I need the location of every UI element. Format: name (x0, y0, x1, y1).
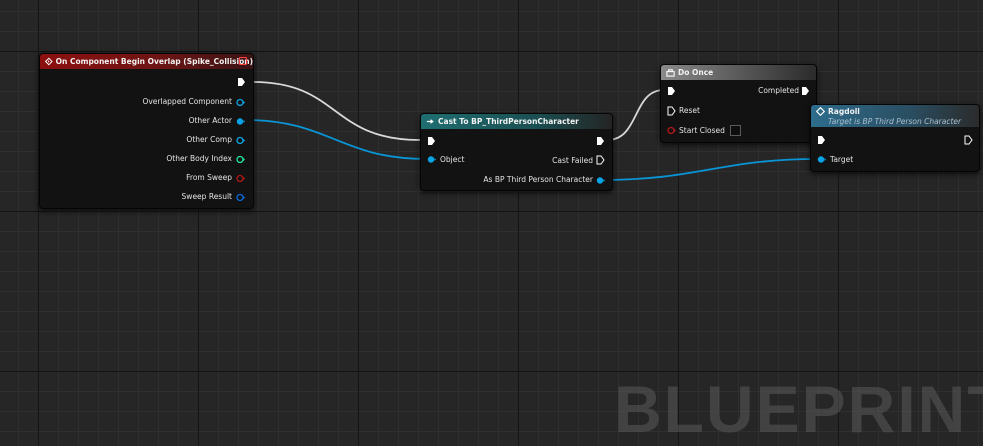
pin-label-as-bp-third-person-character: As BP Third Person Character (483, 175, 593, 184)
pin-label-target: Target (830, 155, 854, 164)
exec-in-pin-icon[interactable] (817, 135, 826, 145)
object-pin-hollow-icon[interactable] (236, 136, 245, 145)
object-pin-hollow-icon[interactable] (236, 98, 245, 107)
object-pin-filled-icon[interactable] (596, 176, 605, 185)
cast-node[interactable]: Cast To BP_ThirdPersonCharacter Object C… (420, 113, 613, 191)
object-wire-as-bp-to-target[interactable] (599, 158, 819, 181)
exec-out-pin-icon[interactable] (596, 136, 605, 146)
pin-label-other-actor: Other Actor (188, 116, 232, 125)
pin-label-cast-failed: Cast Failed (552, 156, 593, 165)
exec-reset-pin-icon[interactable] (667, 106, 676, 116)
start-closed-checkbox[interactable] (730, 125, 741, 136)
struct-pin-icon[interactable] (236, 193, 245, 202)
exec-wire-event-to-cast[interactable] (252, 81, 421, 141)
event-diamond-icon (45, 57, 53, 66)
object-pin-filled-icon[interactable] (236, 117, 245, 126)
pin-label-other-comp: Other Comp (186, 135, 232, 144)
pin-label-sweep-result: Sweep Result (181, 192, 232, 201)
do-once-node-title: Do Once (678, 68, 714, 77)
exec-out-pin-icon[interactable] (237, 77, 246, 87)
event-node-header[interactable]: On Component Begin Overlap (Spike_Collis… (40, 54, 253, 69)
ragdoll-node-header[interactable]: Ragdoll Target is BP Third Person Charac… (811, 105, 979, 127)
do-once-node[interactable]: Do Once Completed Reset Start Closed (660, 64, 817, 143)
object-pin-filled-icon[interactable] (817, 155, 826, 164)
pin-label-object: Object (440, 155, 465, 164)
pin-label-other-body-index: Other Body Index (166, 154, 232, 163)
function-icon (816, 107, 825, 116)
exec-out-pin-icon[interactable] (801, 86, 810, 96)
pin-label-start-closed: Start Closed (679, 126, 725, 135)
ragdoll-function-node[interactable]: Ragdoll Target is BP Third Person Charac… (810, 104, 980, 172)
object-pin-filled-icon[interactable] (427, 155, 436, 164)
exec-wire-cast-to-do-once[interactable] (606, 89, 665, 141)
cast-node-header[interactable]: Cast To BP_ThirdPersonCharacter (421, 114, 612, 129)
do-once-node-header[interactable]: Do Once (661, 65, 816, 80)
boolean-pin-icon[interactable] (667, 126, 676, 135)
pin-label-overlapped-component: Overlapped Component (142, 97, 232, 106)
cast-arrow-icon (426, 119, 434, 124)
pin-label-reset: Reset (679, 106, 700, 115)
ragdoll-node-title: Ragdoll (828, 107, 860, 116)
integer-pin-icon[interactable] (236, 155, 245, 164)
ragdoll-node-subtitle: Target is BP Third Person Character (828, 117, 962, 126)
event-node-on-component-begin-overlap[interactable]: On Component Begin Overlap (Spike_Collis… (39, 53, 254, 209)
exec-in-pin-icon[interactable] (667, 86, 676, 96)
exec-out-hollow-pin-icon[interactable] (596, 155, 605, 165)
blueprint-watermark: BLUEPRINT (614, 372, 983, 446)
macro-icon (666, 69, 675, 77)
delegate-square-icon[interactable] (239, 57, 247, 65)
exec-in-pin-icon[interactable] (427, 136, 436, 146)
cast-node-title: Cast To BP_ThirdPersonCharacter (438, 117, 579, 126)
event-node-title: On Component Begin Overlap (Spike_Collis… (55, 57, 253, 66)
exec-out-hollow-pin-icon[interactable] (964, 135, 973, 145)
boolean-pin-icon[interactable] (236, 174, 245, 183)
pin-label-completed: Completed (758, 86, 799, 95)
pin-label-from-sweep: From Sweep (186, 173, 232, 182)
